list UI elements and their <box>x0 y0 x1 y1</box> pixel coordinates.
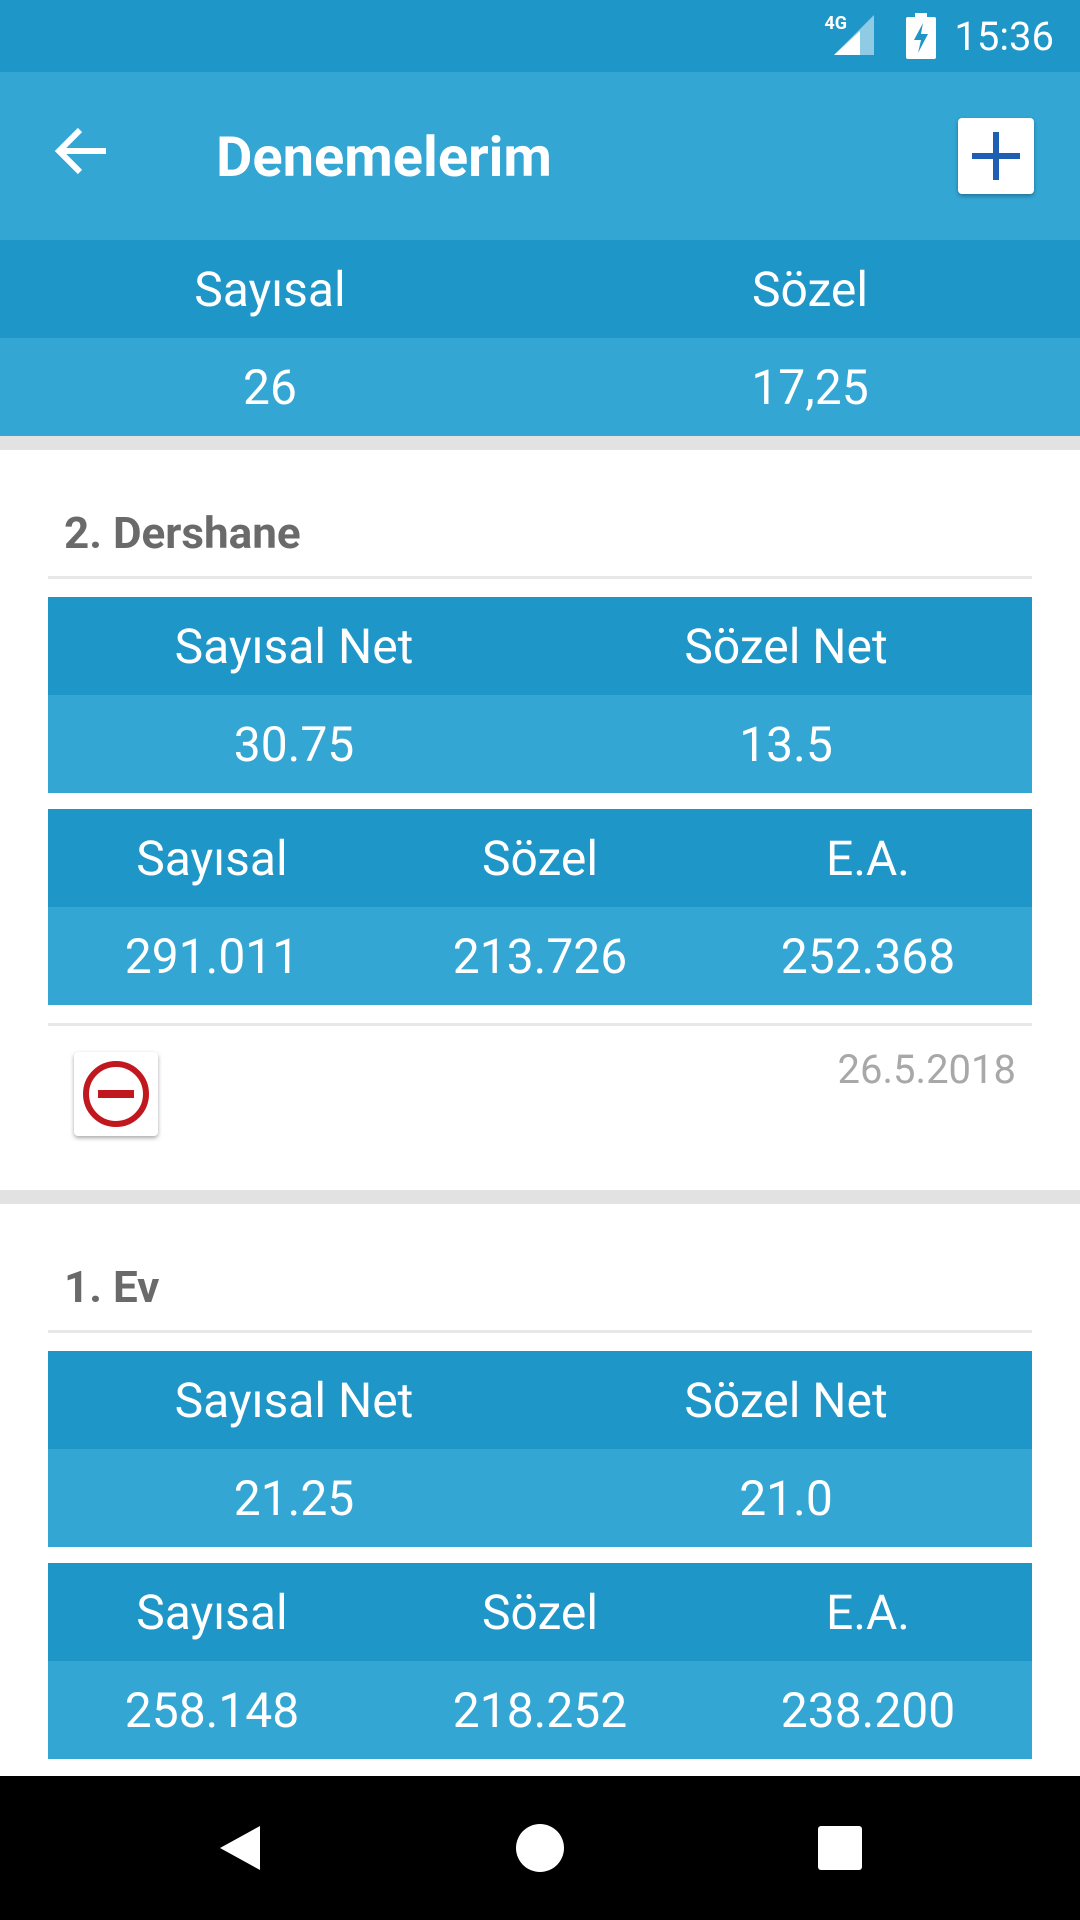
clock: 15:36 <box>954 12 1054 60</box>
score-header-ea: E.A. <box>826 1583 910 1641</box>
score-value-sozel: 218.252 <box>452 1681 628 1739</box>
back-arrow-icon <box>54 127 106 175</box>
nav-home-button[interactable] <box>510 1818 570 1878</box>
average-summary: Sayısal Sözel 26 17,25 <box>0 240 1080 436</box>
score-header-sayisal: Sayısal <box>136 829 288 887</box>
add-exam-button[interactable] <box>958 118 1034 194</box>
net-value-row: 30.75 13.5 <box>48 695 1032 793</box>
score-value-ea: 238.200 <box>780 1681 956 1739</box>
net-header-sozel: Sözel Net <box>684 617 888 675</box>
score-value-sayisal: 258.148 <box>124 1681 300 1739</box>
exam-title: 2. Dershane <box>64 507 301 559</box>
score-value-ea: 252.368 <box>780 927 956 985</box>
net-table: Sayısal Net Sözel Net 21.25 21.0 <box>48 1351 1032 1547</box>
page-title: Denemelerim <box>216 124 552 190</box>
score-header-sozel: Sözel <box>481 829 599 887</box>
score-value-row: 258.148 218.252 238.200 <box>48 1661 1032 1759</box>
net-value-sozel: 13.5 <box>739 715 833 773</box>
title-divider <box>48 576 1032 579</box>
exam-date: 26.5.2018 <box>837 1046 1016 1093</box>
delete-exam-button[interactable] <box>74 1052 158 1136</box>
nav-home-icon <box>516 1824 564 1872</box>
add-icon <box>972 132 1020 180</box>
nav-recents-icon <box>818 1826 862 1870</box>
score-header-sozel: Sözel <box>481 1583 599 1641</box>
remove-circle-icon <box>83 1061 149 1127</box>
signal-icon: 4G <box>824 13 880 59</box>
title-divider <box>48 1330 1032 1333</box>
score-table: Sayısal Sözel E.A. 258.148 218.252 238.2… <box>48 1563 1032 1759</box>
summary-header-row: Sayısal Sözel <box>0 240 1080 338</box>
net-value-sayisal: 30.75 <box>233 715 355 773</box>
net-value-row: 21.25 21.0 <box>48 1449 1032 1547</box>
summary-value-row: 26 17,25 <box>0 338 1080 436</box>
net-value-sozel: 21.0 <box>739 1469 833 1527</box>
net-table: Sayısal Net Sözel Net 30.75 13.5 <box>48 597 1032 793</box>
score-table: Sayısal Sözel E.A. 291.011 213.726 252.3… <box>48 809 1032 1005</box>
system-navigation-bar <box>0 1776 1080 1920</box>
exam-title: 1. Ev <box>64 1261 160 1313</box>
summary-header-sozel: Sözel <box>751 260 869 318</box>
net-header-row: Sayısal Net Sözel Net <box>48 597 1032 695</box>
net-value-sayisal: 21.25 <box>233 1469 355 1527</box>
net-header-sayisal: Sayısal Net <box>174 1371 414 1429</box>
card-footer: 26.5.2018 <box>48 1026 1032 1176</box>
nav-back-icon <box>220 1826 260 1870</box>
summary-value-sozel: 17,25 <box>751 358 869 416</box>
status-bar: 4G 15:36 <box>0 0 1080 72</box>
score-header-sayisal: Sayısal <box>136 1583 288 1641</box>
exam-card: 2. Dershane Sayısal Net Sözel Net 30.75 … <box>48 490 1032 1176</box>
score-header-row: Sayısal Sözel E.A. <box>48 809 1032 907</box>
net-header-sozel: Sözel Net <box>684 1371 888 1429</box>
score-value-row: 291.011 213.726 252.368 <box>48 907 1032 1005</box>
net-header-sayisal: Sayısal Net <box>174 617 414 675</box>
score-header-ea: E.A. <box>826 829 910 887</box>
nav-recents-button[interactable] <box>810 1818 870 1878</box>
section-divider <box>0 436 1080 450</box>
score-header-row: Sayısal Sözel E.A. <box>48 1563 1032 1661</box>
summary-header-sayisal: Sayısal <box>194 260 346 318</box>
section-divider <box>0 1190 1080 1204</box>
exam-card: 1. Ev Sayısal Net Sözel Net 21.25 21.0 S… <box>48 1244 1032 1759</box>
back-button[interactable] <box>50 116 120 186</box>
net-header-row: Sayısal Net Sözel Net <box>48 1351 1032 1449</box>
score-value-sozel: 213.726 <box>452 927 628 985</box>
score-value-sayisal: 291.011 <box>124 927 300 985</box>
nav-back-button[interactable] <box>210 1818 270 1878</box>
summary-value-sayisal: 26 <box>243 358 297 416</box>
app-toolbar: Denemelerim <box>0 72 1080 240</box>
battery-charging-icon <box>906 13 937 59</box>
